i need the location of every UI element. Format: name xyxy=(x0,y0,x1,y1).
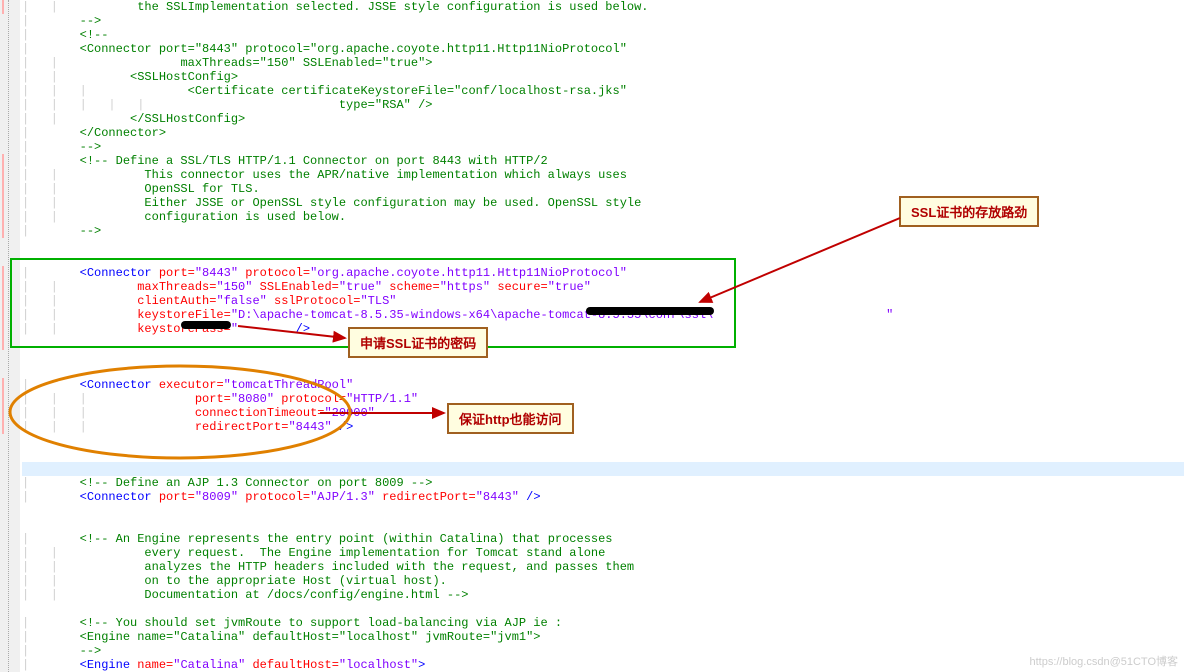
code-text: </Connector> xyxy=(51,126,166,140)
code-text: the SSLImplementation selected. JSSE sty… xyxy=(80,0,649,14)
connector-tag: <Connector xyxy=(80,378,152,392)
code-text: every request. The Engine implementation… xyxy=(80,546,606,560)
code-text: <Engine name="Catalina" defaultHost="loc… xyxy=(51,630,541,644)
code-text: on to the appropriate Host (virtual host… xyxy=(80,574,447,588)
code-text: <SSLHostConfig> xyxy=(72,70,238,84)
gutter xyxy=(0,0,20,672)
code-text: <!-- An Engine represents the entry poin… xyxy=(51,532,613,546)
watermark: https://blog.csdn@51CTO博客 xyxy=(1029,653,1178,669)
code-text: --> xyxy=(51,140,101,154)
code-text: configuration is used below. xyxy=(80,210,346,224)
engine-tag: <Engine xyxy=(80,658,130,672)
code-text: OpenSSL for TLS. xyxy=(80,182,260,196)
code-text: Either JSSE or OpenSSL style configurati… xyxy=(80,196,642,210)
connector-tag: <Connector xyxy=(80,490,152,504)
code-text: type="RSA" /> xyxy=(159,98,433,112)
code-text: This connector uses the APR/native imple… xyxy=(80,168,627,182)
connector-tag: <Connector xyxy=(80,266,152,280)
code-text: <!-- Define a SSL/TLS HTTP/1.1 Connector… xyxy=(51,154,548,168)
code-text: <Connector port="8443" protocol="org.apa… xyxy=(51,42,627,56)
code-text: Documentation at /docs/config/engine.htm… xyxy=(80,588,469,602)
code-text: --> xyxy=(51,644,101,658)
code-text: <!-- You should set jvmRoute to support … xyxy=(51,616,562,630)
code-editor[interactable]: | | the SSLImplementation selected. JSSE… xyxy=(0,0,1184,672)
code-text: </SSLHostConfig> xyxy=(72,112,245,126)
code-text: analyzes the HTTP headers included with … xyxy=(80,560,635,574)
code-text: --> xyxy=(51,224,101,238)
code-text: <!-- xyxy=(51,28,109,42)
code-text: --> xyxy=(51,14,101,28)
code-text: <!-- Define an AJP 1.3 Connector on port… xyxy=(51,476,433,490)
code-text: <Certificate certificateKeystoreFile="co… xyxy=(101,84,627,98)
code-text: maxThreads="150" SSLEnabled="true"> xyxy=(72,56,432,70)
